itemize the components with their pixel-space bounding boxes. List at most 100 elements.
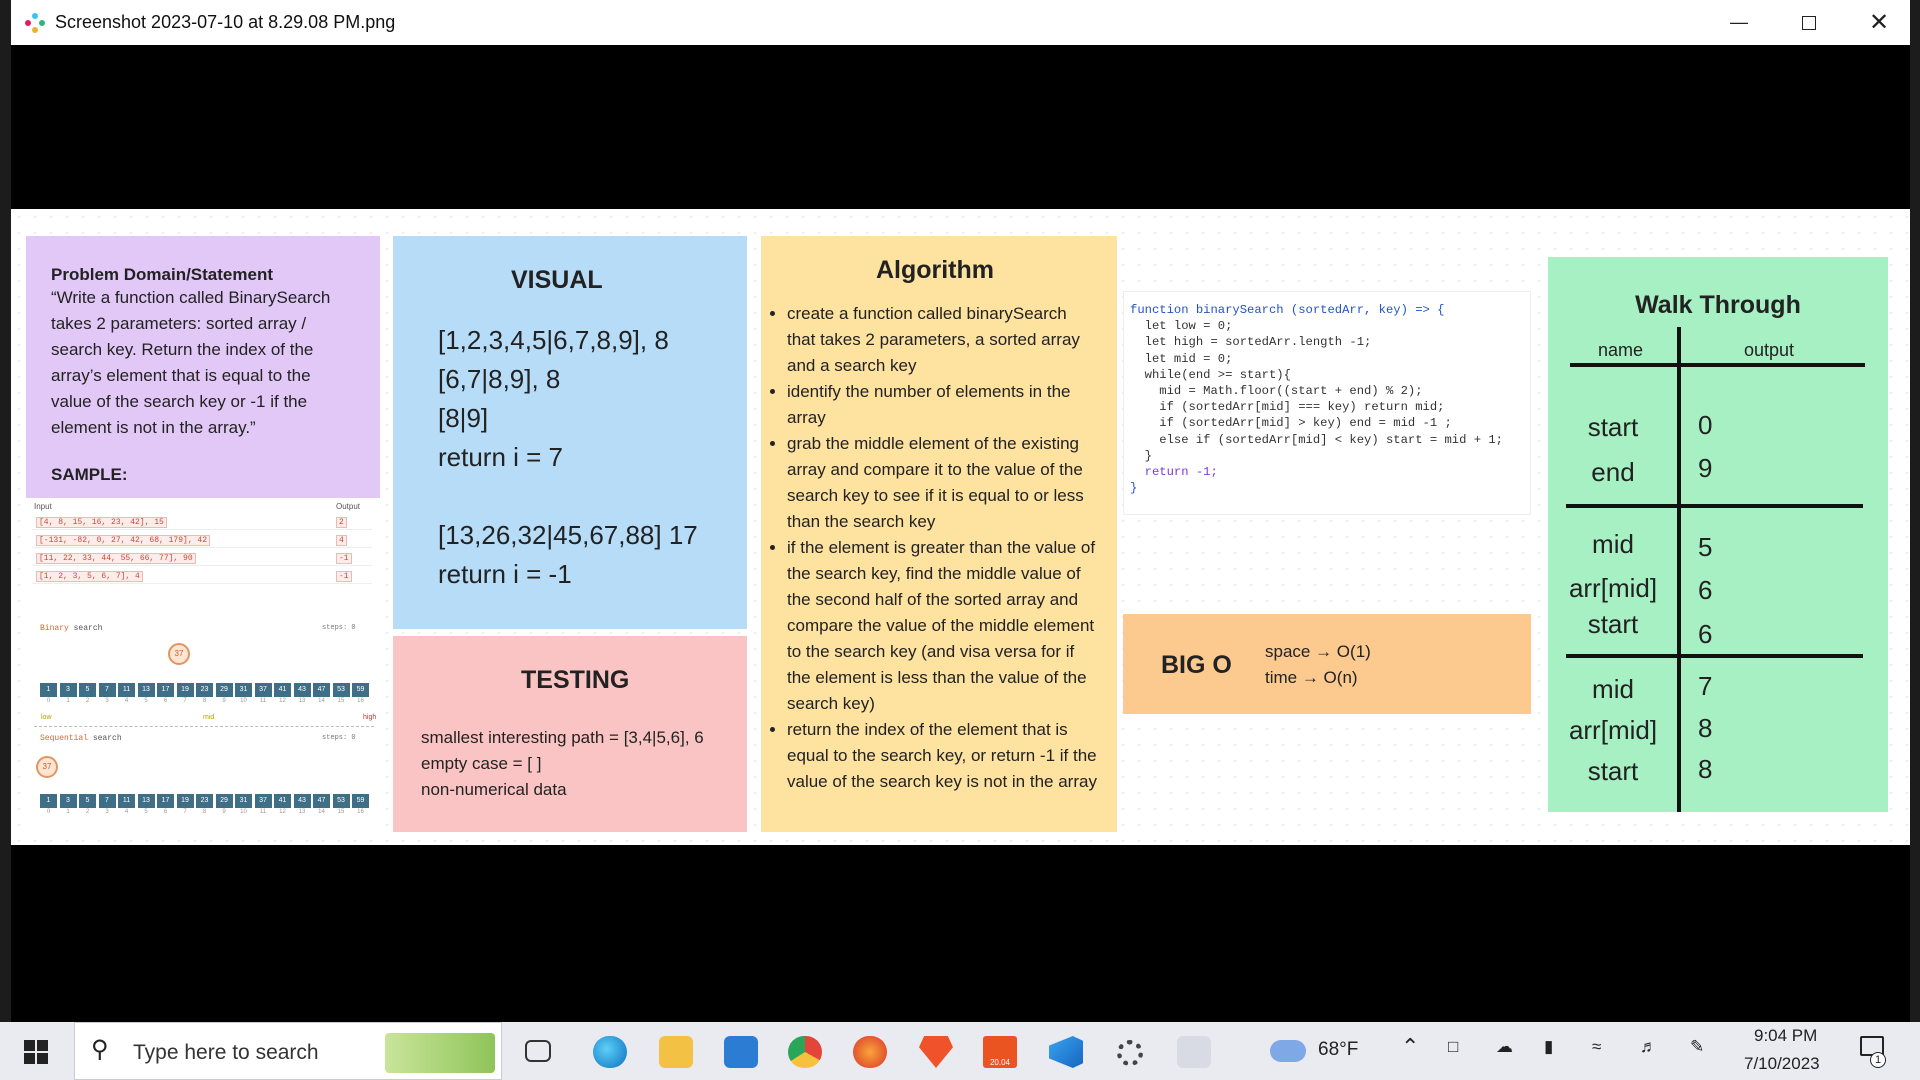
testing-line: smallest interesting path = [3,4|5,6], 6 [421,728,704,747]
algorithm-step: create a function called binarySearch th… [787,301,1099,379]
slack-taskbar-icon[interactable] [1177,1036,1211,1068]
array-index: 16 [357,809,364,815]
sample-row: [1, 2, 3, 5, 6, 7], 4 -1 [32,568,372,584]
array-cell: 1 [40,794,57,808]
array-cell: 11 [118,683,135,697]
array-index: 3 [105,809,109,815]
array-index: 5 [144,698,148,704]
sequential-search-label: Sequential search [40,734,122,743]
minimize-icon: — [1730,12,1748,32]
output-header: Output [336,502,361,511]
problem-text: “Write a function called BinarySearch ta… [51,288,331,437]
sample-row: [11, 22, 33, 44, 55, 66, 77], 90 -1 [32,550,372,566]
battery-icon[interactable]: ▮ [1544,1037,1553,1057]
array-cell: 13 [137,794,155,808]
mail-icon[interactable] [724,1036,758,1068]
maximize-button[interactable] [1774,0,1844,45]
input-header: Input [34,502,52,511]
pen-icon[interactable]: ✎ [1690,1037,1704,1057]
maximize-icon [1802,15,1816,30]
chrome-icon[interactable] [788,1036,822,1068]
clock-time[interactable]: 9:04 PM [1754,1026,1817,1046]
slack-app-icon [25,12,45,33]
code-line: let high = sortedArr.length -1; [1130,335,1372,350]
walk-name: arr[mid] [1568,715,1658,745]
code-line: function binarySearch (sortedArr, key) =… [1130,303,1445,317]
edge-icon[interactable] [593,1036,627,1068]
walk-name: end [1591,457,1635,487]
visual-heading: VISUAL [511,266,603,294]
clock-date[interactable]: 7/10/2023 [1744,1054,1820,1074]
testing-lines: smallest interesting path = [3,4|5,6], 6… [421,725,747,803]
walk-through-heading: Walk Through [1635,291,1801,319]
walk-value: 9 [1698,453,1713,483]
task-view-icon[interactable] [525,1040,551,1062]
low-label: low [41,714,52,721]
array-cell: 53 [332,794,350,808]
divider-2 [1566,654,1863,658]
array-index: 15 [337,698,345,704]
array-cell: 17 [157,683,174,697]
meet-now-icon[interactable]: □ [1448,1037,1458,1057]
array-index: 0 [46,809,51,815]
taskbar-search-box[interactable]: ⚲ Type here to search [74,1022,502,1080]
volume-icon[interactable]: ♬ [1640,1037,1657,1057]
array-index: 13 [298,698,306,704]
testing-heading: TESTING [521,666,630,694]
algorithm-step: grab the middle element of the existing … [787,431,1099,535]
algorithm-step: identify the number of elements in the a… [787,379,1099,431]
array-cell: 5 [79,683,96,697]
problem-domain-card: Problem Domain/Statement “Write a functi… [26,236,380,498]
array-cell: 19 [176,683,194,697]
array-index: 14 [318,698,325,704]
sample-input: [11, 22, 33, 44, 55, 66, 77], 90 [36,553,196,564]
onedrive-icon[interactable]: ☁ [1496,1037,1513,1057]
array-index: 6 [163,809,168,815]
walk-through-card: Walk Through name output start 0 end 9 mid 5 a… [1548,257,1888,812]
output-column-header: output [1744,340,1795,360]
title-bar[interactable]: Screenshot 2023-07-10 at 8.29.08 PM.png … [11,0,1910,45]
walk-name: start [1587,756,1639,786]
array-index: 11 [259,698,267,704]
array-cell: 43 [293,683,311,697]
sample-row: [4, 8, 15, 16, 23, 42], 15 2 [32,514,372,530]
big-o-time: time → O(n) [1265,668,1358,687]
windows-start-icon[interactable] [24,1040,48,1064]
array-index: 10 [240,698,247,704]
array-cell: 17 [157,794,174,808]
ubuntu-version-badge: 20.04 [989,1058,1011,1067]
code-line: while(end >= start){ [1130,367,1291,382]
array-index: 0 [46,698,51,704]
settings-gear-icon[interactable] [1117,1040,1143,1066]
array-cell: 53 [332,683,350,697]
mid-label: mid [203,714,215,721]
array-index: 8 [202,698,207,704]
file-explorer-icon[interactable] [659,1036,693,1068]
sample-input: [1, 2, 3, 5, 6, 7], 4 [36,571,143,582]
array-cell: 47 [313,794,330,808]
array-cell: 59 [352,683,369,697]
close-button[interactable]: ✕ [1844,0,1914,45]
array-index: 8 [202,809,207,815]
chevron-up-icon[interactable]: ⌃ [1401,1034,1419,1060]
visual-line [438,477,747,516]
weather-temp[interactable]: 68°F [1318,1039,1358,1061]
sample-panel: Input Output [4, 8, 15, 16, 23, 42], 15 2… [26,498,380,828]
walk-value: 5 [1698,532,1713,562]
sample-input: [4, 8, 15, 16, 23, 42], 15 [36,517,167,528]
visual-lines: [1,2,3,4,5|6,7,8,9], 8 [6,7|8,9], 8 [8|9] r… [438,321,747,594]
array-index: 13 [298,809,306,815]
minimize-button[interactable]: — [1704,0,1774,45]
sample-output: 2 [336,517,347,528]
array-cell: 37 [254,683,272,697]
wifi-icon[interactable]: ≈ [1592,1037,1601,1057]
firefox-icon[interactable] [853,1036,887,1068]
array-index: 12 [279,809,286,815]
walk-value: 6 [1698,619,1713,649]
code-line: let low = 0; [1130,319,1233,334]
big-o-card: BIG O space → O(1) time → O(n) [1123,614,1531,714]
ubuntu-icon[interactable]: 20.04 [983,1036,1017,1068]
array-cell: 23 [196,683,213,697]
array-cell: 3 [59,794,77,808]
array-cell: 59 [352,794,369,808]
